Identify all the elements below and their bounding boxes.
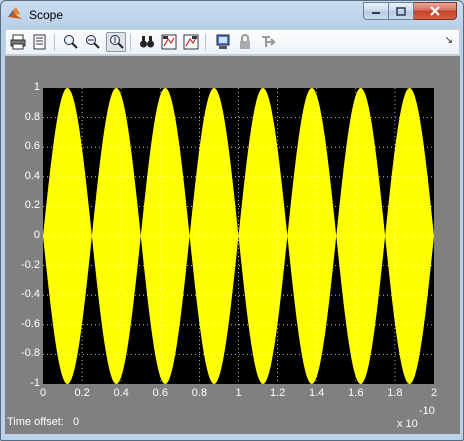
x-exponent-base: x 10	[397, 418, 418, 430]
y-tick-label: -0.4	[21, 288, 40, 301]
x-tick-label: 0.4	[113, 387, 129, 399]
scope-display: 1 0.8 0.6 0.4 0.2 0 -0.2 -0.4 -0.6 -0.8 -1 0 0.2 0.4…	[5, 56, 460, 434]
matlab-logo-icon	[8, 7, 22, 19]
minimize-icon	[372, 12, 380, 14]
minimize-button[interactable]	[363, 2, 389, 20]
y-tick-label: 0	[33, 229, 40, 241]
toolbar-overflow-arrow[interactable]: ↘	[445, 35, 453, 46]
time-offset-value: 0	[73, 416, 80, 428]
x-tick-label: 1.6	[348, 387, 364, 399]
toolbar-separator	[130, 34, 131, 51]
floating-scope-button[interactable]	[213, 32, 233, 52]
x-tick-label: 1	[235, 387, 242, 399]
zoom-y-icon	[110, 35, 124, 49]
x-tick-label: 1.8	[387, 387, 403, 399]
toolbar: ↘	[5, 29, 460, 55]
autoscale-button[interactable]	[137, 32, 157, 52]
maximize-icon	[396, 6, 406, 16]
y-tick-label: 0.8	[24, 110, 40, 123]
zoom-x-button[interactable]	[82, 32, 102, 52]
title-bar[interactable]: Scope	[1, 1, 463, 29]
restore-axes-button[interactable]	[181, 32, 201, 52]
parameters-icon	[33, 34, 46, 50]
y-tick-label: 1	[33, 81, 40, 93]
zoom-icon	[64, 35, 78, 49]
y-tick-label: -0.6	[21, 317, 40, 330]
maximize-button[interactable]	[389, 2, 414, 20]
save-axes-button[interactable]	[159, 32, 179, 52]
window-title: Scope	[29, 8, 64, 22]
zoom-button[interactable]	[60, 32, 80, 52]
x-tick-label: 0.6	[152, 387, 168, 399]
y-tick-label: -0.2	[21, 258, 40, 271]
x-tick-label: 0	[39, 387, 47, 399]
x-exponent-power: -10	[419, 405, 435, 417]
parameters-button[interactable]	[30, 32, 50, 52]
signal-plot	[43, 88, 434, 384]
autoscale-icon	[140, 36, 154, 48]
y-tick-label: 0.4	[24, 169, 40, 182]
zoom-x-icon	[86, 35, 100, 49]
scope-window: Scope ↘ 1 0.8 0.6 0.4 0.2 0 -0.2 -0.4 -0…	[0, 0, 464, 441]
print-button[interactable]	[8, 32, 28, 52]
print-icon	[10, 34, 26, 50]
time-offset-label: Time offset:	[7, 416, 64, 428]
lock-icon	[240, 34, 250, 49]
y-tick-label: 0.2	[24, 199, 40, 212]
zoom-y-button[interactable]	[106, 32, 126, 52]
close-icon	[430, 6, 440, 16]
toolbar-separator	[205, 34, 206, 51]
plot-axes[interactable]	[43, 88, 434, 384]
x-tick-label: 2	[430, 387, 438, 399]
floating-scope-icon	[216, 34, 230, 49]
toolbar-separator	[54, 34, 55, 51]
x-tick-label: 1.4	[309, 387, 325, 399]
lock-axes-button[interactable]	[235, 32, 255, 52]
save-axes-icon	[161, 34, 177, 50]
x-tick-label: 0.8	[191, 387, 208, 399]
y-tick-label: 0.6	[24, 140, 40, 153]
signal-selector-button[interactable]	[259, 32, 279, 52]
close-button[interactable]	[414, 2, 457, 20]
restore-axes-icon	[183, 34, 199, 50]
x-tick-label: 1.2	[269, 387, 286, 399]
y-tick-label: -0.8	[21, 347, 40, 360]
signal-selector-icon	[262, 36, 276, 47]
x-tick-label: 0.2	[74, 387, 90, 399]
